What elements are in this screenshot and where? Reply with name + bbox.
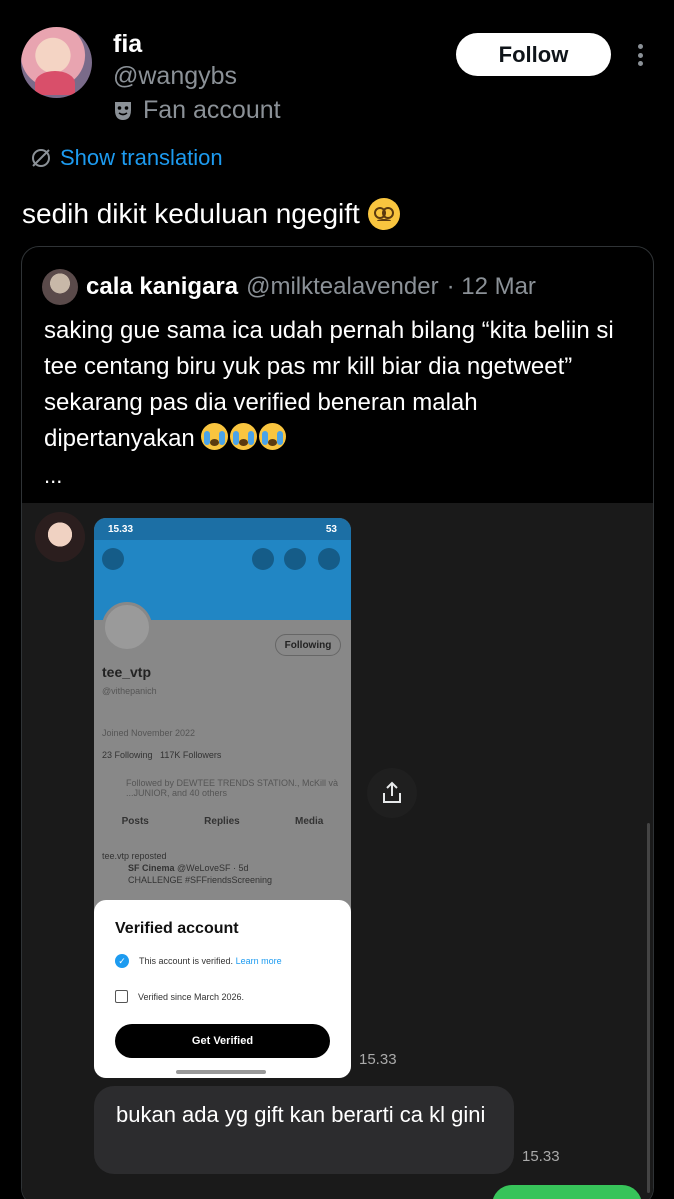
sheet-title: Verified account	[115, 920, 239, 937]
profile-joined: Joined November 2022	[102, 728, 196, 738]
chat-time: 15.33	[359, 1051, 397, 1068]
more-icon	[318, 548, 340, 570]
more-options-icon[interactable]	[630, 40, 650, 70]
learn-more-link: Learn more	[235, 956, 282, 966]
fan-account-text: Fan account	[143, 96, 281, 124]
show-translation-label[interactable]: Show translation	[60, 145, 223, 171]
sheet-since-text: Verified since March 2026.	[138, 991, 245, 1002]
tab-posts: Posts	[121, 816, 149, 827]
quoted-tweet[interactable]: cala kanigara @milktealavender · 12 Mar …	[21, 246, 654, 1199]
profile-handle: @vithepanich	[102, 686, 157, 696]
profile-avatar	[102, 602, 152, 652]
phone-battery: 53	[325, 523, 337, 535]
quoted-tweet-text-content: saking gue sama ica udah pernah bilang “…	[44, 317, 614, 452]
quoted-tweet-ellipsis: ...	[44, 463, 63, 488]
quoted-author-handle: @milktealavender	[246, 273, 439, 300]
verified-check-icon: ✓	[115, 954, 129, 968]
crying-face-emoji-icon	[230, 423, 258, 450]
theater-mask-icon	[115, 101, 131, 120]
quoted-tweet-text: saking gue sama ica udah pernah bilang “…	[44, 313, 634, 457]
following-count: 23 Following	[102, 750, 153, 760]
back-arrow-icon	[102, 548, 124, 570]
repost-label: tee.vtp reposted	[102, 851, 167, 861]
dizzy-face-emoji-icon	[367, 198, 400, 230]
scrollbar[interactable]	[647, 823, 650, 1193]
verified-sheet: Verified account ✓ This account is verif…	[94, 900, 351, 1078]
followers-count: 117K Followers	[160, 750, 222, 760]
chat-time: 15.33	[522, 1148, 560, 1165]
profile-post: tee.vtp reposted SF Cinema @WeLoveSF · 5…	[102, 850, 272, 886]
author-handle[interactable]: @wangybs	[113, 62, 237, 91]
phone-status-bar: 15.33 53	[94, 518, 351, 540]
crying-face-emoji-icon	[201, 423, 229, 450]
tweet-text-content: sedih dikit keduluan ngegift	[22, 198, 360, 229]
follow-button[interactable]: Follow	[456, 33, 611, 76]
calendar-icon	[115, 990, 128, 1003]
post-author: SF Cinema	[128, 863, 175, 873]
sheet-verified-row: ✓ This account is verified. Learn more	[115, 954, 282, 968]
post-handle: @WeLoveSF · 5d	[177, 863, 249, 873]
chat-bubble: bukan ada yg gift kan berarti ca kl gini	[94, 1086, 514, 1174]
show-translation-link[interactable]: Show translation	[30, 145, 223, 171]
author-name[interactable]: fia	[113, 30, 142, 59]
tab-media: Media	[295, 816, 324, 827]
home-indicator	[176, 1070, 266, 1074]
profile-tabs: Posts Replies Media	[94, 816, 351, 827]
profile-section: Following tee_vtp @vithepanich Joined No…	[94, 602, 351, 920]
get-verified-button: Get Verified	[115, 1024, 330, 1058]
share-icon[interactable]	[367, 768, 417, 818]
globe-icon	[32, 149, 50, 167]
tweet-text: sedih dikit keduluan ngegift	[22, 198, 400, 230]
tweet-header: fia @wangybs Fan account Follow	[0, 0, 674, 140]
followed-by: Followed by DEWTEE TRENDS STATION., McKi…	[126, 778, 339, 798]
sheet-since-row: Verified since March 2026.	[115, 990, 244, 1003]
quoted-media[interactable]: 15.33 53 Following tee_vtp @vithepanich …	[22, 503, 653, 1199]
post-text: CHALLENGE #SFFriendsScreening	[128, 875, 273, 885]
quoted-tweet-header: cala kanigara @milktealavender · 12 Mar	[42, 269, 536, 305]
refresh-icon	[252, 548, 274, 570]
sheet-verified-text: This account is verified.	[139, 956, 234, 966]
quoted-author-avatar	[42, 269, 78, 305]
fan-account-label: Fan account	[113, 96, 281, 125]
chat-bubble-outgoing	[492, 1185, 642, 1199]
profile-counts: 23 Following 117K Followers	[102, 750, 221, 760]
search-icon	[284, 548, 306, 570]
author-avatar[interactable]	[21, 27, 92, 98]
tab-replies: Replies	[204, 816, 240, 827]
phone-screenshot: 15.33 53 Following tee_vtp @vithepanich …	[94, 518, 351, 1078]
quoted-author-name: cala kanigara	[86, 273, 239, 300]
following-button: Following	[275, 634, 341, 656]
quoted-tweet-date: · 12 Mar	[446, 273, 536, 300]
phone-status-time: 15.33	[108, 523, 134, 535]
chat-avatar	[35, 512, 85, 562]
profile-name: tee_vtp	[102, 664, 152, 680]
crying-face-emoji-icon	[259, 423, 287, 450]
